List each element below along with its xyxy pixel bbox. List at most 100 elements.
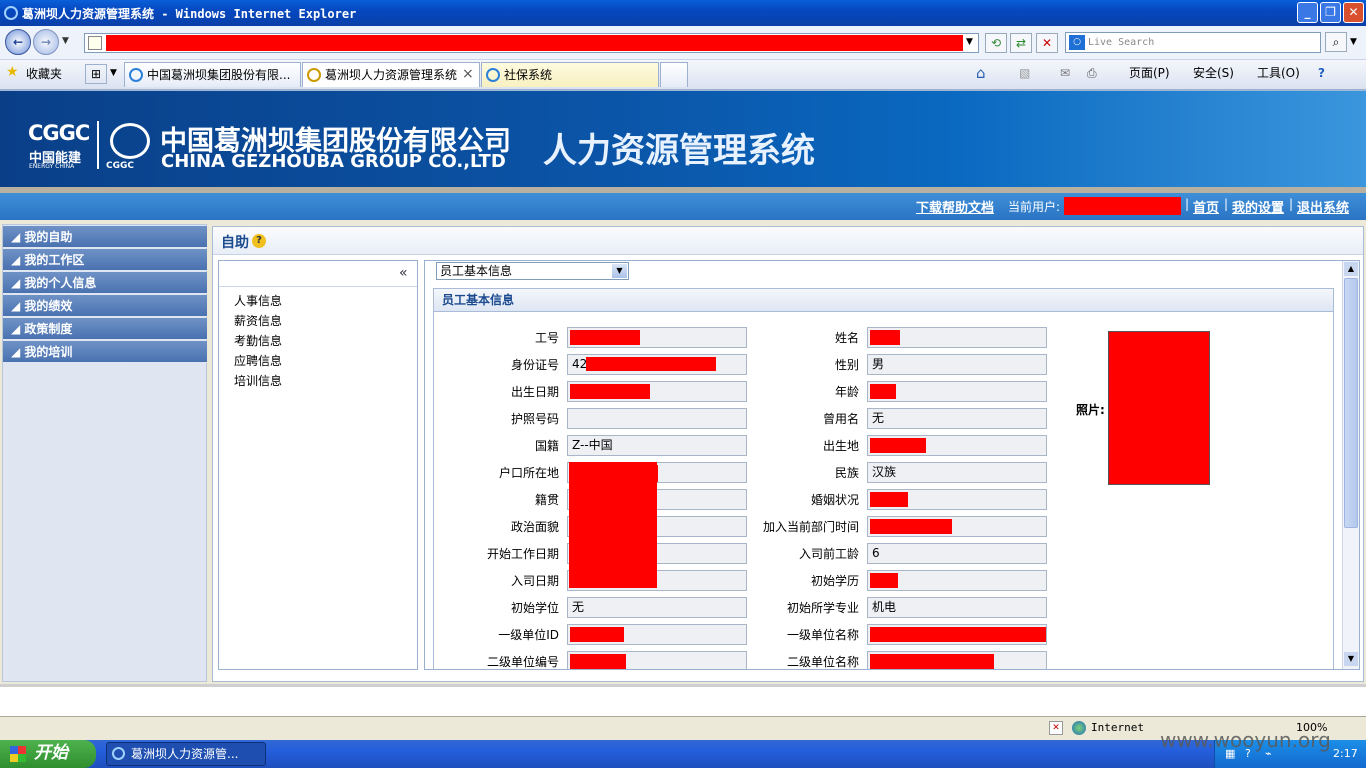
page-bottom bbox=[0, 684, 1366, 716]
stop-icon[interactable]: ✕ bbox=[1036, 33, 1058, 53]
redaction bbox=[870, 330, 900, 345]
favorites-label[interactable]: 收藏夹 bbox=[26, 65, 62, 82]
tab-social-security[interactable]: 社保系统 bbox=[481, 62, 659, 87]
scroll-down-icon[interactable]: ▼ bbox=[1344, 652, 1358, 666]
gezhouba-emblem-icon bbox=[110, 123, 150, 159]
redaction bbox=[870, 492, 908, 507]
field-input[interactable] bbox=[867, 624, 1047, 645]
back-button[interactable]: ← bbox=[5, 29, 31, 55]
clock: 2:17 bbox=[1333, 747, 1358, 760]
redaction bbox=[586, 357, 716, 371]
close-button[interactable]: ✕ bbox=[1343, 2, 1364, 23]
field-input[interactable]: 男 bbox=[867, 354, 1047, 375]
page-icon bbox=[88, 36, 102, 50]
field-label: 户口所在地 bbox=[498, 466, 559, 480]
collapse-icon[interactable]: « bbox=[399, 265, 408, 281]
tab-close-icon[interactable]: × bbox=[462, 66, 474, 82]
redaction bbox=[570, 330, 640, 345]
protected-mode-icon: ✕ bbox=[1049, 721, 1063, 735]
submenu-item-salary[interactable]: 薪资信息 bbox=[234, 311, 282, 331]
live-search-icon: ○ bbox=[1069, 35, 1085, 50]
field-input[interactable] bbox=[867, 651, 1047, 669]
vertical-scrollbar[interactable]: ▲ ▼ bbox=[1342, 261, 1359, 669]
page-menu[interactable]: 页面(P) bbox=[1129, 64, 1170, 82]
tab-list-dropdown-icon[interactable]: ▼ bbox=[110, 68, 117, 78]
sidebar-item-self-service[interactable]: ◢ 我的自助 bbox=[3, 226, 207, 248]
ie-icon bbox=[4, 6, 18, 20]
info-type-select[interactable]: 员工基本信息 ▼ bbox=[436, 262, 629, 280]
search-dropdown-icon[interactable]: ▼ bbox=[1350, 37, 1357, 47]
feeds-icon[interactable]: ▧ bbox=[1019, 64, 1030, 82]
compat-view-icon[interactable]: ⟲ bbox=[985, 33, 1007, 53]
sidebar-item-workspace[interactable]: ◢ 我的工作区 bbox=[3, 249, 207, 271]
safety-menu[interactable]: 安全(S) bbox=[1193, 64, 1234, 82]
windows-logo-icon bbox=[10, 746, 26, 762]
sidebar-item-training[interactable]: ◢ 我的培训 bbox=[3, 341, 207, 363]
scroll-thumb[interactable] bbox=[1344, 278, 1358, 528]
logout-link[interactable]: 退出系统 bbox=[1297, 197, 1349, 216]
help-icon[interactable]: ? bbox=[1318, 64, 1325, 82]
field-input[interactable]: 机电 bbox=[867, 597, 1047, 618]
help-doc-link[interactable]: 下载帮助文档 bbox=[916, 197, 994, 216]
submenu-item-personnel[interactable]: 人事信息 bbox=[234, 291, 282, 311]
history-dropdown-icon[interactable]: ▼ bbox=[62, 36, 69, 46]
tab-label: 葛洲坝人力资源管理系统 bbox=[325, 68, 458, 82]
field-label: 入司日期 bbox=[510, 574, 559, 588]
sidebar-item-policy[interactable]: ◢ 政策制度 bbox=[3, 318, 207, 340]
sidebar-item-label: 我的绩效 bbox=[24, 299, 73, 313]
print-icon[interactable]: ⎙ bbox=[1087, 64, 1097, 82]
main-title-bar: 自助 ? bbox=[213, 227, 1363, 255]
field-input[interactable] bbox=[867, 327, 1047, 348]
nav-separator: | bbox=[1224, 197, 1229, 211]
tools-menu[interactable]: 工具(O) bbox=[1257, 64, 1300, 82]
tab-gezhouba-group[interactable]: 中国葛洲坝集团股份有限... bbox=[124, 62, 301, 87]
address-dropdown-icon[interactable]: ▼ bbox=[966, 37, 973, 47]
tab-label: 社保系统 bbox=[504, 68, 553, 82]
home-link[interactable]: 首页 bbox=[1193, 197, 1219, 216]
field-input[interactable] bbox=[867, 516, 1047, 537]
field-value: Z--中国 bbox=[572, 438, 613, 452]
minimize-button[interactable]: _ bbox=[1297, 2, 1318, 23]
watermark: www.wooyun.org bbox=[1160, 728, 1331, 752]
new-tab-button[interactable] bbox=[660, 62, 688, 87]
sidebar-item-personal-info[interactable]: ◢ 我的个人信息 bbox=[3, 272, 207, 294]
redaction bbox=[870, 654, 994, 669]
field-input[interactable] bbox=[867, 435, 1047, 456]
quick-tabs-icon[interactable]: ⊞ bbox=[85, 64, 107, 84]
maximize-button[interactable]: ❐ bbox=[1320, 2, 1341, 23]
sidebar-item-performance[interactable]: ◢ 我的绩效 bbox=[3, 295, 207, 317]
field-label: 加入当前部门时间 bbox=[762, 520, 859, 534]
search-icon[interactable]: ⌕ bbox=[1325, 32, 1347, 52]
refresh-icon[interactable]: ⇄ bbox=[1010, 33, 1032, 53]
settings-link[interactable]: 我的设置 bbox=[1232, 197, 1284, 216]
start-button[interactable]: 开始 bbox=[0, 740, 96, 768]
ie-tab-icon bbox=[486, 68, 500, 82]
field-value: 男 bbox=[872, 357, 885, 371]
field-input[interactable]: 汉族 bbox=[867, 462, 1047, 483]
field-input[interactable]: 无 bbox=[867, 408, 1047, 429]
info-submenu: « 人事信息 薪资信息 考勤信息 应聘信息 培训信息 bbox=[218, 260, 418, 670]
select-dropdown-icon[interactable]: ▼ bbox=[612, 264, 627, 278]
submenu-item-application[interactable]: 应聘信息 bbox=[234, 351, 282, 371]
field-input[interactable] bbox=[867, 570, 1047, 591]
tab-hr-system[interactable]: 葛洲坝人力资源管理系统 bbox=[302, 62, 480, 87]
favorites-star-icon[interactable]: ★ bbox=[6, 64, 19, 80]
field-input[interactable] bbox=[867, 381, 1047, 402]
cggc-logo: CGGC bbox=[28, 121, 90, 145]
help-question-icon[interactable]: ? bbox=[252, 234, 266, 248]
forward-button[interactable]: → bbox=[33, 29, 59, 55]
field-input[interactable] bbox=[867, 489, 1047, 510]
header-banner: CGGC 中国能建 ENERGY CHINA CGGC 中国葛洲坝集团股份有限公… bbox=[0, 90, 1366, 187]
field-label: 身份证号 bbox=[510, 358, 559, 372]
internet-zone-icon bbox=[1072, 721, 1086, 735]
search-input[interactable]: Live Search bbox=[1065, 32, 1321, 53]
nav-separator: | bbox=[1185, 197, 1190, 211]
field-label: 入司前工龄 bbox=[798, 547, 859, 561]
submenu-item-attendance[interactable]: 考勤信息 bbox=[234, 331, 282, 351]
scroll-up-icon[interactable]: ▲ bbox=[1344, 262, 1358, 276]
mail-icon[interactable]: ✉ bbox=[1060, 64, 1070, 82]
submenu-item-training[interactable]: 培训信息 bbox=[234, 371, 282, 391]
field-input[interactable]: 6 bbox=[867, 543, 1047, 564]
home-icon[interactable]: ⌂ bbox=[976, 64, 986, 82]
taskbar-window-button[interactable]: 葛洲坝人力资源管... bbox=[106, 742, 266, 766]
